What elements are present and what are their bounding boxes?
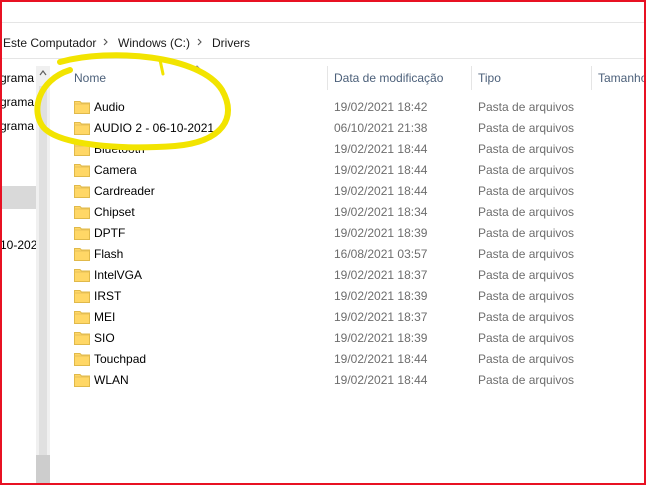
file-date: 19/02/2021 18:44 xyxy=(334,373,428,387)
scroll-up-arrow-icon[interactable] xyxy=(36,66,50,80)
file-name[interactable]: Audio xyxy=(94,100,125,114)
file-row[interactable]: Chipset 19/02/2021 18:34 Pasta de arquivos xyxy=(66,202,644,223)
folder-icon xyxy=(74,185,90,198)
column-header-size[interactable]: Tamanho xyxy=(598,63,646,93)
toolbar-strip xyxy=(2,2,644,23)
column-header-name[interactable]: Nome xyxy=(74,63,106,93)
file-date: 19/02/2021 18:39 xyxy=(334,226,428,240)
nav-item[interactable]: grama xyxy=(0,95,34,109)
file-row[interactable]: DPTF 19/02/2021 18:39 Pasta de arquivos xyxy=(66,223,644,244)
folder-icon xyxy=(74,164,90,177)
file-type: Pasta de arquivos xyxy=(478,205,575,219)
file-type: Pasta de arquivos xyxy=(478,289,575,303)
column-divider[interactable] xyxy=(591,66,592,90)
navigation-pane: grama grama grama 10-202 xyxy=(0,60,36,485)
file-row[interactable]: IRST 19/02/2021 18:39 Pasta de arquivos xyxy=(66,286,644,307)
file-name[interactable]: Touchpad xyxy=(94,352,146,366)
file-date: 19/02/2021 18:44 xyxy=(334,352,428,366)
folder-icon xyxy=(74,311,90,324)
file-type: Pasta de arquivos xyxy=(478,331,575,345)
breadcrumb-drivers[interactable]: Drivers xyxy=(212,36,250,50)
folder-icon xyxy=(74,143,90,156)
file-date: 19/02/2021 18:42 xyxy=(334,100,428,114)
address-bar[interactable]: Este Computador Windows (C:) Drivers xyxy=(2,30,644,59)
column-header-date[interactable]: Data de modificação xyxy=(334,63,443,93)
file-date: 19/02/2021 18:44 xyxy=(334,163,428,177)
file-type: Pasta de arquivos xyxy=(478,142,575,156)
breadcrumb-windows-c[interactable]: Windows (C:) xyxy=(118,36,190,50)
file-date: 19/02/2021 18:34 xyxy=(334,205,428,219)
file-type: Pasta de arquivos xyxy=(478,121,575,135)
file-type: Pasta de arquivos xyxy=(478,373,575,387)
file-type: Pasta de arquivos xyxy=(478,247,575,261)
file-name[interactable]: DPTF xyxy=(94,226,125,240)
column-header-type[interactable]: Tipo xyxy=(478,63,501,93)
file-row[interactable]: SIO 19/02/2021 18:39 Pasta de arquivos xyxy=(66,328,644,349)
chevron-right-icon[interactable] xyxy=(196,35,206,49)
file-row[interactable]: Touchpad 19/02/2021 18:44 Pasta de arquivo… xyxy=(66,349,644,370)
file-name[interactable]: AUDIO 2 - 06-10-2021 xyxy=(94,121,214,135)
folder-icon xyxy=(74,206,90,219)
file-type: Pasta de arquivos xyxy=(478,352,575,366)
file-date: 19/02/2021 18:44 xyxy=(334,142,428,156)
file-name[interactable]: SIO xyxy=(94,331,115,345)
file-row[interactable]: IntelVGA 19/02/2021 18:37 Pasta de arquivo… xyxy=(66,265,644,286)
folder-icon xyxy=(74,101,90,114)
file-name[interactable]: IRST xyxy=(94,289,121,303)
column-divider[interactable] xyxy=(471,66,472,90)
file-type: Pasta de arquivos xyxy=(478,163,575,177)
file-row[interactable]: Camera 19/02/2021 18:44 Pasta de arquivos xyxy=(66,160,644,181)
folder-icon xyxy=(74,374,90,387)
file-row[interactable]: AUDIO 2 - 06-10-2021 06/10/2021 21:38 Past… xyxy=(66,118,644,139)
file-date: 19/02/2021 18:39 xyxy=(334,289,428,303)
folder-icon xyxy=(74,353,90,366)
folder-icon xyxy=(74,122,90,135)
file-row[interactable]: Flash 16/08/2021 03:57 Pasta de arquivos xyxy=(66,244,644,265)
file-date: 19/02/2021 18:44 xyxy=(334,184,428,198)
file-row[interactable]: MEI 19/02/2021 18:37 Pasta de arquivos xyxy=(66,307,644,328)
file-date: 19/02/2021 18:39 xyxy=(334,331,428,345)
file-name[interactable]: WLAN xyxy=(94,373,129,387)
file-date: 16/08/2021 03:57 xyxy=(334,247,428,261)
file-date: 06/10/2021 21:38 xyxy=(334,121,428,135)
file-row[interactable]: Bluetooth 19/02/2021 18:44 Pasta de arquiv… xyxy=(66,139,644,160)
file-name[interactable]: Bluetooth xyxy=(94,142,145,156)
scrollbar-track[interactable] xyxy=(39,86,47,456)
folder-icon xyxy=(74,290,90,303)
file-type: Pasta de arquivos xyxy=(478,100,575,114)
file-type: Pasta de arquivos xyxy=(478,268,575,282)
file-name[interactable]: Cardreader xyxy=(94,184,155,198)
nav-item-selected[interactable] xyxy=(0,186,36,209)
nav-item[interactable]: grama xyxy=(0,119,34,133)
file-name[interactable]: Chipset xyxy=(94,205,135,219)
nav-item[interactable]: 10-202 xyxy=(0,238,36,252)
file-row[interactable]: WLAN 19/02/2021 18:44 Pasta de arquivos xyxy=(66,370,644,391)
file-date: 19/02/2021 18:37 xyxy=(334,268,428,282)
file-date: 19/02/2021 18:37 xyxy=(334,310,428,324)
file-name[interactable]: MEI xyxy=(94,310,115,324)
sort-ascending-icon xyxy=(192,65,202,71)
file-name[interactable]: IntelVGA xyxy=(94,268,142,282)
file-type: Pasta de arquivos xyxy=(478,184,575,198)
chevron-right-icon[interactable] xyxy=(102,35,112,49)
file-name[interactable]: Flash xyxy=(94,247,123,261)
nav-scrollbar[interactable] xyxy=(36,66,50,485)
nav-item[interactable]: grama xyxy=(0,71,34,85)
folder-icon xyxy=(74,269,90,282)
file-type: Pasta de arquivos xyxy=(478,310,575,324)
folder-icon xyxy=(74,332,90,345)
folder-icon xyxy=(74,248,90,261)
file-row[interactable]: Audio 19/02/2021 18:42 Pasta de arquivos xyxy=(66,97,644,118)
folder-icon xyxy=(74,227,90,240)
file-type: Pasta de arquivos xyxy=(478,226,575,240)
breadcrumb-este-computador[interactable]: Este Computador xyxy=(3,36,96,50)
file-name[interactable]: Camera xyxy=(94,163,137,177)
file-row[interactable]: Cardreader 19/02/2021 18:44 Pasta de arqui… xyxy=(66,181,644,202)
column-divider[interactable] xyxy=(327,66,328,90)
scrollbar-thumb[interactable] xyxy=(36,455,50,485)
